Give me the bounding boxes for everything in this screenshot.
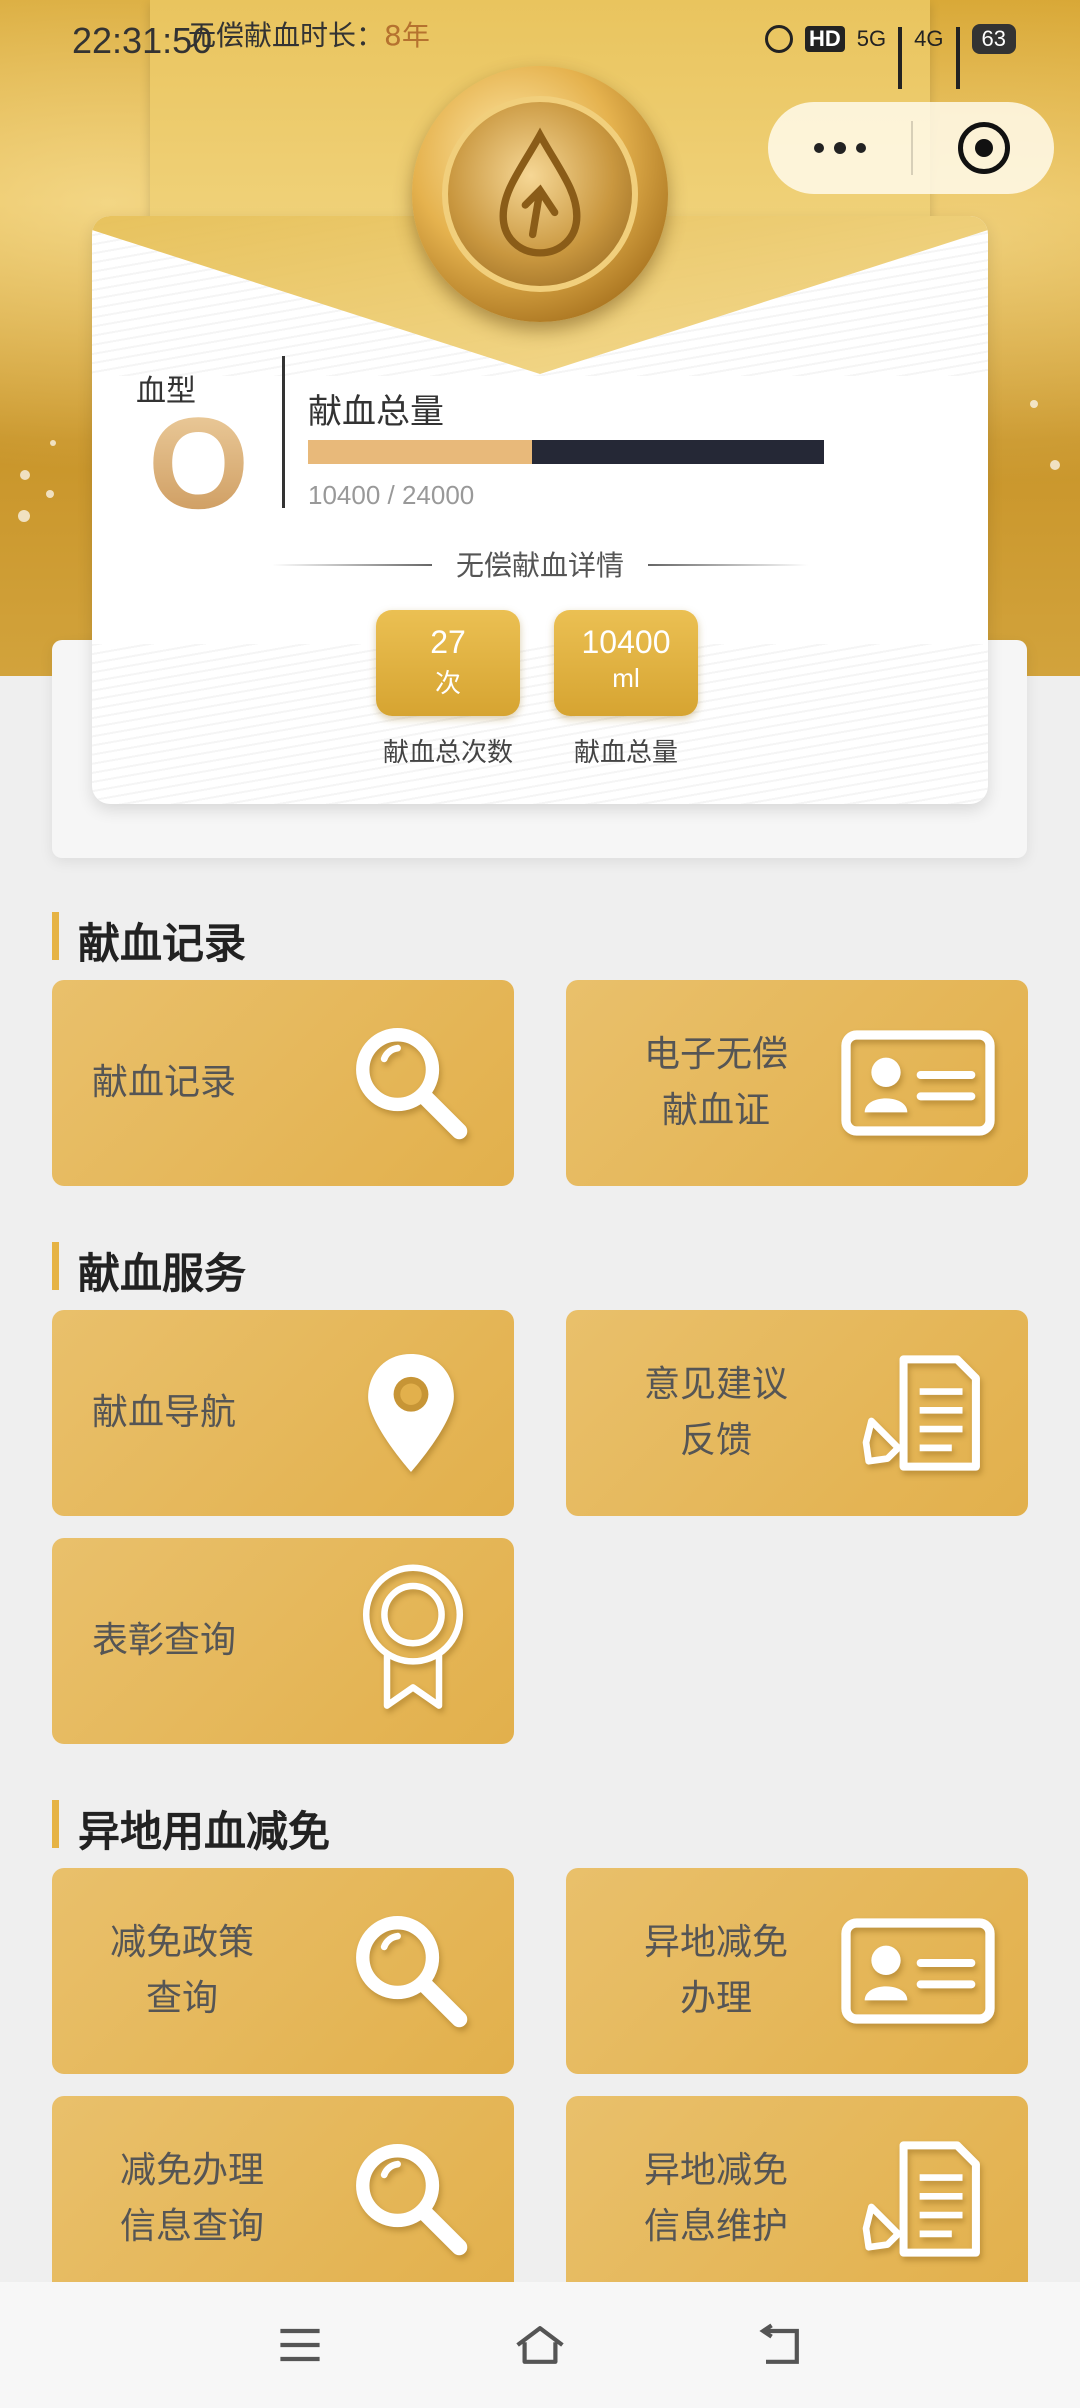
tile-label-text: 异地减免办理 <box>643 1922 788 2019</box>
sparkle <box>1050 460 1060 470</box>
more-dot-icon <box>813 143 824 153</box>
tile-apply-info-query[interactable]: 减免办理信息查询 <box>52 2096 514 2302</box>
network-5g-label: 5G <box>856 26 887 51</box>
miniprogram-capsule <box>768 102 1054 194</box>
sparkle <box>18 510 30 522</box>
menu-icon <box>280 2328 320 2362</box>
more-dot-icon <box>833 142 846 154</box>
stat-count-unit: 次 <box>434 668 461 698</box>
divider <box>282 356 285 508</box>
sparkle <box>50 440 56 446</box>
tile-policy-query[interactable]: 减免政策查询 <box>52 1868 514 2074</box>
tile-label: 减免办理信息查询 <box>82 2096 302 2302</box>
tile-label: 电子无偿献血证 <box>606 980 826 1186</box>
blood-type-value: O <box>148 390 250 536</box>
home-button[interactable] <box>485 2300 595 2390</box>
tile-label-text: 减免政策查询 <box>109 1922 254 2019</box>
section-title-services: 献血服务 <box>52 1240 246 1298</box>
stat-volume-unit: ml <box>612 663 640 693</box>
tile-commendation[interactable]: 表彰查询 <box>52 1538 514 1744</box>
document-pen-icon <box>858 2132 992 2266</box>
home-icon <box>516 2326 564 2364</box>
status-icons: HD 5G 4G 63 <box>765 24 1016 89</box>
sparkle <box>1030 400 1038 408</box>
location-pin-icon <box>344 1346 478 1480</box>
tile-label: 意见建议反馈 <box>606 1310 826 1516</box>
menu-button[interactable] <box>245 2300 355 2390</box>
donation-duration: 无偿献血时长：8年 <box>188 14 430 54</box>
donation-duration-label: 无偿献血时长： <box>188 19 385 52</box>
tile-label: 异地减免信息维护 <box>606 2096 826 2302</box>
total-volume-label: 献血总量 <box>308 392 444 432</box>
search-icon <box>344 1016 478 1150</box>
close-button[interactable] <box>913 102 1054 194</box>
signal-icon <box>955 27 960 89</box>
medal-icon <box>412 66 668 322</box>
stat-count-value: 27 <box>430 624 466 660</box>
tile-label-text: 异地减免信息维护 <box>643 2150 788 2247</box>
stat-volume-label: 献血总量 <box>573 738 678 768</box>
tile-label: 异地减免办理 <box>606 1868 826 2074</box>
battery-icon: 63 <box>971 24 1016 54</box>
tile-label-text: 电子无偿献血证 <box>643 1034 788 1131</box>
wave-pattern <box>92 644 988 804</box>
tile-label: 减免政策查询 <box>82 1868 282 2074</box>
signal-icon <box>898 27 903 89</box>
progress-text: 10400 / 24000 <box>308 480 475 510</box>
sparkle <box>46 490 54 498</box>
stat-count-label: 献血总次数 <box>382 738 513 768</box>
donation-duration-value: 8年 <box>384 19 430 52</box>
stat-count-box: 27 次 <box>376 610 520 716</box>
blood-drop-icon <box>499 127 581 257</box>
more-button[interactable] <box>768 102 911 194</box>
stat-volume-value: 10400 <box>581 624 671 660</box>
tile-offsite-apply[interactable]: 异地减免办理 <box>566 1868 1028 2074</box>
stat-volume-box: 10400 ml <box>554 610 698 716</box>
id-card-icon <box>838 1904 998 2038</box>
back-button[interactable] <box>725 2300 835 2390</box>
tile-donation-records[interactable]: 献血记录 <box>52 980 514 1186</box>
tile-navigation[interactable]: 献血导航 <box>52 1310 514 1516</box>
network-4g-label: 4G <box>914 26 944 51</box>
target-icon <box>957 122 1010 174</box>
medal-inner <box>442 96 638 292</box>
tile-label-text: 意见建议反馈 <box>643 1364 788 1461</box>
search-icon <box>344 1904 478 2038</box>
more-dot-icon <box>855 143 866 153</box>
tile-label-text: 减免办理信息查询 <box>119 2150 264 2247</box>
tile-label: 献血记录 <box>92 1062 237 1103</box>
section-title-offsite: 异地用血减免 <box>52 1798 330 1856</box>
progress-fill <box>308 440 532 464</box>
search-icon <box>344 2132 478 2266</box>
alarm-icon <box>765 25 794 53</box>
detail-title: 无偿献血详情 <box>272 544 808 584</box>
back-icon <box>759 2323 799 2364</box>
id-card-icon <box>838 1016 998 1150</box>
system-nav-bar <box>0 2282 1080 2408</box>
hd-icon: HD <box>805 26 845 52</box>
tile-label: 献血导航 <box>92 1392 237 1433</box>
award-ribbon-icon <box>348 1558 478 1718</box>
tile-offsite-info-maintain[interactable]: 异地减免信息维护 <box>566 2096 1028 2302</box>
total-volume-progress <box>308 440 824 464</box>
tile-e-certificate[interactable]: 电子无偿献血证 <box>566 980 1028 1186</box>
tile-label: 表彰查询 <box>92 1620 237 1661</box>
section-title-records: 献血记录 <box>52 910 246 968</box>
tile-feedback[interactable]: 意见建议反馈 <box>566 1310 1028 1516</box>
document-pen-icon <box>858 1346 992 1480</box>
sparkle <box>20 470 30 480</box>
